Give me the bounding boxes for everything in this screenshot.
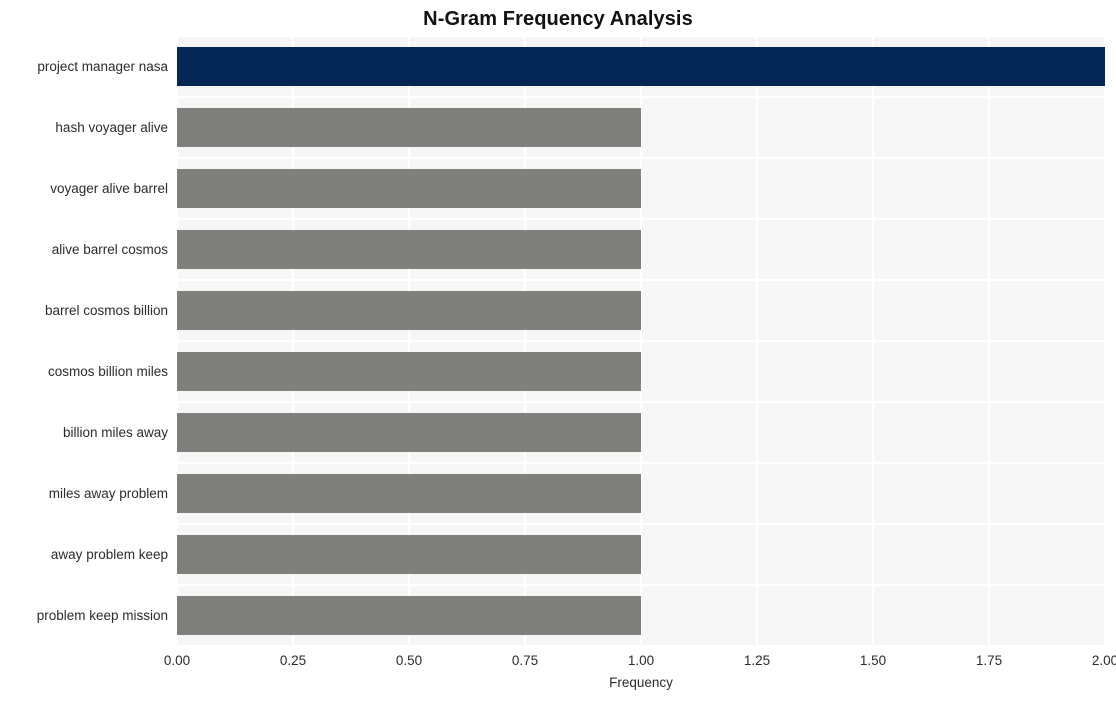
plot-area [177,36,1105,646]
bar [177,352,641,391]
vertical-gridline [1104,36,1105,646]
bar [177,47,1105,86]
ngram-frequency-bar-chart: N-Gram Frequency Analysis project manage… [0,0,1116,701]
y-axis-tick-label: project manager nasa [37,58,168,74]
y-axis-tick-label: hash voyager alive [55,119,168,135]
x-axis-tick-label: 2.00 [1091,653,1116,668]
bar [177,474,641,513]
x-axis-tick-labels: 0.00 0.25 0.50 0.75 1.00 1.25 1.50 1.75 2.00 [0,652,1116,672]
y-axis-tick-label: billion miles away [62,424,168,440]
y-axis-tick-label: problem keep mission [36,607,168,623]
x-axis-tick-label: 1.75 [975,653,1003,668]
x-axis-tick-label: 0.00 [163,653,191,668]
y-axis-tick-labels: project manager nasa hash voyager alive vo… [0,36,168,646]
x-axis-tick-label: 1.50 [859,653,887,668]
vertical-gridline [988,36,990,646]
x-axis-tick-label: 1.25 [743,653,771,668]
x-axis-title: Frequency [609,675,673,690]
y-axis-tick-label: barrel cosmos billion [44,302,168,318]
x-axis-tick-label: 0.75 [511,653,539,668]
y-axis-tick-label: voyager alive barrel [50,180,168,196]
y-axis-tick-label: alive barrel cosmos [51,241,168,257]
x-axis-tick-label: 1.00 [627,653,655,668]
y-axis-tick-label: cosmos billion miles [47,363,168,379]
bar [177,596,641,635]
bar [177,535,641,574]
bar [177,169,641,208]
x-axis-tick-label: 0.50 [395,653,423,668]
x-axis-tick-label: 0.25 [279,653,307,668]
bar [177,230,641,269]
y-axis-tick-label: away problem keep [50,546,168,562]
bar [177,108,641,147]
chart-title: N-Gram Frequency Analysis [423,8,693,30]
vertical-gridline [872,36,874,646]
bar [177,413,641,452]
y-axis-tick-label: miles away problem [48,485,168,501]
vertical-gridline [756,36,758,646]
bar [177,291,641,330]
